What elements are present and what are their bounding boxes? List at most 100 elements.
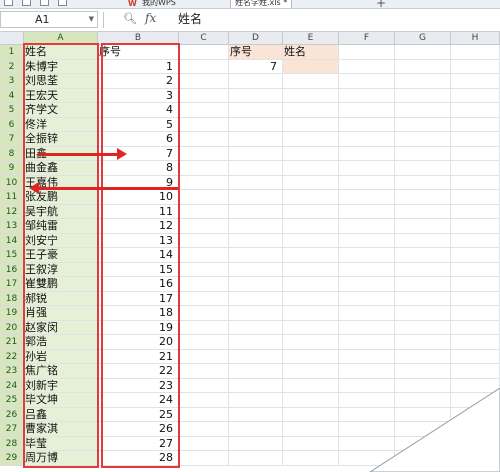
cell-h9[interactable] bbox=[451, 161, 500, 176]
cell-e19[interactable] bbox=[283, 306, 339, 321]
row-header[interactable]: 26 bbox=[0, 407, 24, 422]
cell-a14[interactable]: 刘安宁 bbox=[24, 233, 98, 248]
cell-a25[interactable]: 毕文坤 bbox=[24, 393, 98, 408]
row-header[interactable]: 1 bbox=[0, 45, 24, 60]
cell-d13[interactable] bbox=[229, 219, 283, 234]
row-header[interactable]: 13 bbox=[0, 219, 24, 234]
cell-c10[interactable] bbox=[179, 175, 229, 190]
cell-c22[interactable] bbox=[179, 349, 229, 364]
cell-g27[interactable] bbox=[395, 422, 451, 437]
cell-f11[interactable] bbox=[339, 190, 395, 205]
cell-b28[interactable]: 27 bbox=[98, 436, 179, 451]
cell-e16[interactable] bbox=[283, 262, 339, 277]
cell-f2[interactable] bbox=[339, 59, 395, 74]
row-header[interactable]: 3 bbox=[0, 74, 24, 89]
column-header-d[interactable]: D bbox=[229, 32, 283, 45]
cell-c14[interactable] bbox=[179, 233, 229, 248]
cell-e22[interactable] bbox=[283, 349, 339, 364]
row-header[interactable]: 23 bbox=[0, 364, 24, 379]
cell-c15[interactable] bbox=[179, 248, 229, 263]
undo-icon[interactable] bbox=[58, 0, 67, 6]
cell-e12[interactable] bbox=[283, 204, 339, 219]
cell-e26[interactable] bbox=[283, 407, 339, 422]
cell-g16[interactable] bbox=[395, 262, 451, 277]
cell-g10[interactable] bbox=[395, 175, 451, 190]
cell-b13[interactable]: 12 bbox=[98, 219, 179, 234]
cell-c7[interactable] bbox=[179, 132, 229, 147]
cell-d16[interactable] bbox=[229, 262, 283, 277]
cell-b19[interactable]: 18 bbox=[98, 306, 179, 321]
cell-b12[interactable]: 11 bbox=[98, 204, 179, 219]
row-header[interactable]: 11 bbox=[0, 190, 24, 205]
cell-a24[interactable]: 刘新宇 bbox=[24, 378, 98, 393]
cell-b4[interactable]: 3 bbox=[98, 88, 179, 103]
cell-d15[interactable] bbox=[229, 248, 283, 263]
cell-d19[interactable] bbox=[229, 306, 283, 321]
cell-h14[interactable] bbox=[451, 233, 500, 248]
cell-g15[interactable] bbox=[395, 248, 451, 263]
cell-g2[interactable] bbox=[395, 59, 451, 74]
cell-d11[interactable] bbox=[229, 190, 283, 205]
cell-g22[interactable] bbox=[395, 349, 451, 364]
row-header[interactable]: 29 bbox=[0, 451, 24, 466]
cell-g21[interactable] bbox=[395, 335, 451, 350]
cell-e17[interactable] bbox=[283, 277, 339, 292]
select-all-corner[interactable] bbox=[0, 32, 24, 45]
cell-c11[interactable] bbox=[179, 190, 229, 205]
cell-b3[interactable]: 2 bbox=[98, 74, 179, 89]
cell-a28[interactable]: 毕莹 bbox=[24, 436, 98, 451]
cell-c18[interactable] bbox=[179, 291, 229, 306]
cell-d25[interactable] bbox=[229, 393, 283, 408]
cell-b15[interactable]: 14 bbox=[98, 248, 179, 263]
cell-h2[interactable] bbox=[451, 59, 500, 74]
cell-f21[interactable] bbox=[339, 335, 395, 350]
cell-b14[interactable]: 13 bbox=[98, 233, 179, 248]
cell-e21[interactable] bbox=[283, 335, 339, 350]
cell-b20[interactable]: 19 bbox=[98, 320, 179, 335]
cell-h3[interactable] bbox=[451, 74, 500, 89]
row-header[interactable]: 9 bbox=[0, 161, 24, 176]
cell-c23[interactable] bbox=[179, 364, 229, 379]
cell-c4[interactable] bbox=[179, 88, 229, 103]
cell-a1[interactable]: 姓名 bbox=[24, 45, 98, 60]
row-header[interactable]: 10 bbox=[0, 175, 24, 190]
cell-a18[interactable]: 郝锐 bbox=[24, 291, 98, 306]
cell-d24[interactable] bbox=[229, 378, 283, 393]
row-header[interactable]: 19 bbox=[0, 306, 24, 321]
cell-h26[interactable] bbox=[451, 407, 500, 422]
cell-g23[interactable] bbox=[395, 364, 451, 379]
cell-b6[interactable]: 5 bbox=[98, 117, 179, 132]
cell-a13[interactable]: 邹纯雷 bbox=[24, 219, 98, 234]
cell-d22[interactable] bbox=[229, 349, 283, 364]
cell-g26[interactable] bbox=[395, 407, 451, 422]
cell-h5[interactable] bbox=[451, 103, 500, 118]
cell-b2[interactable]: 1 bbox=[98, 59, 179, 74]
cell-a21[interactable]: 郭浩 bbox=[24, 335, 98, 350]
cell-f17[interactable] bbox=[339, 277, 395, 292]
cell-g14[interactable] bbox=[395, 233, 451, 248]
row-header[interactable]: 15 bbox=[0, 248, 24, 263]
cell-c12[interactable] bbox=[179, 204, 229, 219]
cell-c9[interactable] bbox=[179, 161, 229, 176]
cell-d10[interactable] bbox=[229, 175, 283, 190]
cell-f20[interactable] bbox=[339, 320, 395, 335]
cell-d21[interactable] bbox=[229, 335, 283, 350]
cell-g28[interactable] bbox=[395, 436, 451, 451]
cell-g1[interactable] bbox=[395, 45, 451, 60]
cell-f25[interactable] bbox=[339, 393, 395, 408]
cell-b1[interactable]: 序号 bbox=[98, 45, 179, 60]
cell-c28[interactable] bbox=[179, 436, 229, 451]
cell-e14[interactable] bbox=[283, 233, 339, 248]
row-header[interactable]: 24 bbox=[0, 378, 24, 393]
cell-d27[interactable] bbox=[229, 422, 283, 437]
cell-a26[interactable]: 吕鑫 bbox=[24, 407, 98, 422]
cell-f24[interactable] bbox=[339, 378, 395, 393]
cell-e15[interactable] bbox=[283, 248, 339, 263]
cell-c17[interactable] bbox=[179, 277, 229, 292]
cell-f26[interactable] bbox=[339, 407, 395, 422]
column-header-f[interactable]: F bbox=[339, 32, 395, 45]
column-header-h[interactable]: H bbox=[451, 32, 500, 45]
cell-g13[interactable] bbox=[395, 219, 451, 234]
cell-b26[interactable]: 25 bbox=[98, 407, 179, 422]
cell-h18[interactable] bbox=[451, 291, 500, 306]
